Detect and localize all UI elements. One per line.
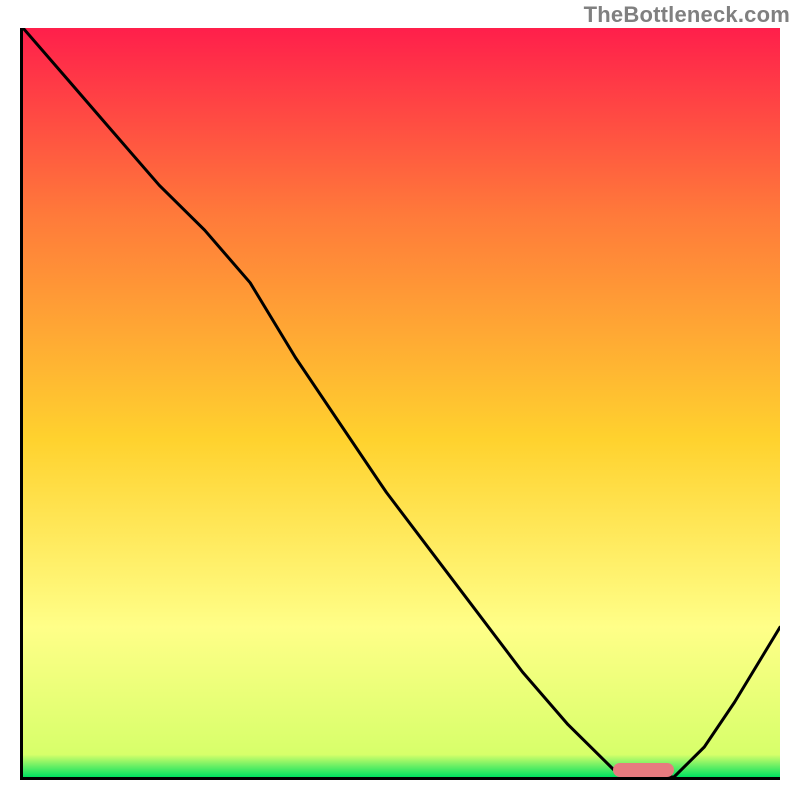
watermark-text: TheBottleneck.com: [584, 2, 790, 28]
optimal-range-marker: [613, 763, 674, 777]
plot-area: [23, 28, 780, 777]
bottleneck-curve: [23, 28, 780, 777]
axes-frame: [20, 28, 780, 780]
chart-container: TheBottleneck.com: [0, 0, 800, 800]
